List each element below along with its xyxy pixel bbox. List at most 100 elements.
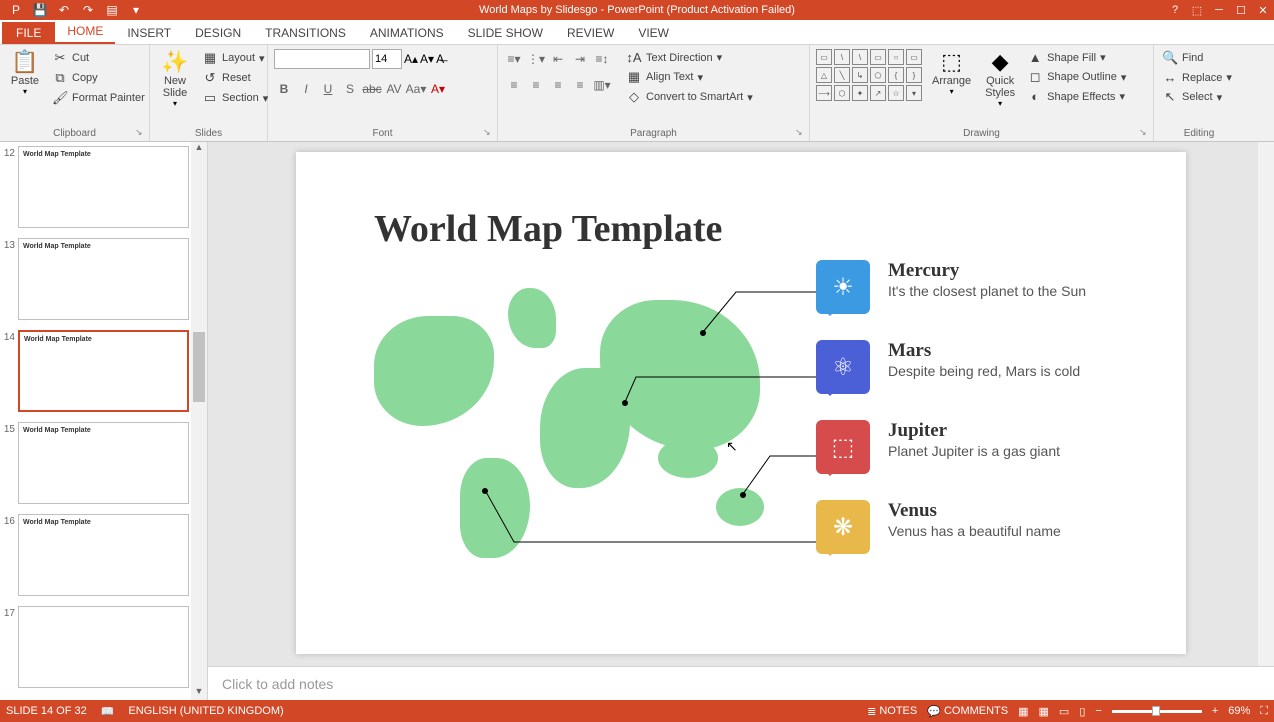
zoom-out-button[interactable]: − (1095, 705, 1101, 717)
paste-button[interactable]: 📋 Paste ▾ (6, 49, 44, 98)
editor-scrollbar[interactable] (1258, 142, 1274, 666)
slideshow-view-icon[interactable]: ▯ (1079, 705, 1085, 718)
slide-title[interactable]: World Map Template (374, 207, 722, 251)
increase-font-icon[interactable]: A▴ (404, 52, 418, 66)
fit-to-window-button[interactable]: ⛶ (1260, 705, 1268, 718)
shapes-gallery[interactable]: ▭\\▭○▭ △╲↳⬠{} ⟶⬡✦↗☆▾ (816, 49, 922, 101)
underline-button[interactable]: U (318, 79, 338, 99)
qat-customize-icon[interactable]: ▾ (126, 1, 146, 19)
cut-button[interactable]: ✂Cut (50, 49, 147, 67)
thumbnail-scrollbar[interactable]: ▲ ▼ (191, 142, 207, 700)
slide-thumbnail-14[interactable]: 14World Map Template (2, 330, 189, 412)
change-case-button[interactable]: Aa▾ (406, 79, 426, 99)
maximize-icon[interactable]: ☐ (1230, 1, 1252, 19)
justify-button[interactable]: ≡ (570, 75, 590, 95)
scroll-down-icon[interactable]: ▼ (191, 686, 207, 700)
decrease-font-icon[interactable]: A▾ (420, 52, 434, 66)
align-left-button[interactable]: ≡ (504, 75, 524, 95)
minimize-icon[interactable]: ─ (1208, 1, 1230, 19)
align-text-button[interactable]: ▦Align Text ▾ (624, 68, 755, 86)
drawing-dialog-launcher[interactable]: ↘ (1139, 127, 1151, 139)
slide-sorter-view-icon[interactable]: ▦ (1039, 705, 1049, 718)
shape-fill-button[interactable]: ▲Shape Fill ▾ (1025, 49, 1128, 66)
world-map-graphic[interactable] (364, 278, 764, 568)
tab-insert[interactable]: INSERT (115, 22, 183, 44)
text-direction-button[interactable]: ↕AText Direction ▾ (624, 49, 755, 66)
shape-effects-button[interactable]: ◐Shape Effects ▾ (1025, 88, 1128, 105)
tab-design[interactable]: DESIGN (183, 22, 253, 44)
spellcheck-icon[interactable]: 📖 (101, 705, 115, 718)
tab-home[interactable]: HOME (55, 20, 115, 44)
notes-pane[interactable]: Click to add notes (208, 666, 1274, 700)
zoom-level[interactable]: 69% (1228, 705, 1250, 717)
scrollbar-thumb[interactable] (193, 332, 205, 402)
zoom-slider[interactable] (1112, 710, 1202, 713)
select-button[interactable]: ↖Select ▾ (1160, 88, 1234, 106)
italic-button[interactable]: I (296, 79, 316, 99)
clear-formatting-icon[interactable]: A̶ (436, 52, 444, 66)
slide-thumbnail-13[interactable]: 13World Map Template (2, 238, 189, 320)
arrange-button[interactable]: ⬚Arrange▾ (928, 49, 975, 98)
redo-icon[interactable]: ↷ (78, 1, 98, 19)
callout-mars[interactable]: ⚛MarsDespite being red, Mars is cold (816, 340, 1086, 394)
replace-button[interactable]: ↔Replace ▾ (1160, 69, 1234, 86)
undo-icon[interactable]: ↶ (54, 1, 74, 19)
save-icon[interactable]: 💾 (30, 1, 50, 19)
slide-thumbnail-15[interactable]: 15World Map Template (2, 422, 189, 504)
tab-file[interactable]: FILE (2, 22, 55, 44)
numbering-button[interactable]: ⋮▾ (526, 49, 546, 69)
decrease-indent-button[interactable]: ⇤ (548, 49, 568, 69)
notes-button[interactable]: ≣ NOTES (867, 705, 917, 718)
font-color-button[interactable]: A▾ (428, 79, 448, 99)
slide-counter[interactable]: SLIDE 14 OF 32 (6, 705, 87, 717)
scroll-up-icon[interactable]: ▲ (191, 142, 207, 156)
slide-thumbnail-17[interactable]: 17 (2, 606, 189, 688)
powerpoint-icon[interactable]: P (6, 1, 26, 19)
shadow-button[interactable]: S (340, 79, 360, 99)
font-size-selector[interactable] (372, 49, 402, 69)
quick-styles-button[interactable]: ◆Quick Styles▾ (981, 49, 1019, 110)
section-button[interactable]: ▭Section ▾ (200, 89, 270, 107)
slide-canvas[interactable]: World Map Template (296, 152, 1186, 654)
font-family-selector[interactable] (274, 49, 370, 69)
tab-view[interactable]: VIEW (626, 22, 681, 44)
start-from-beginning-icon[interactable]: ▤ (102, 1, 122, 19)
ribbon-display-icon[interactable]: ⬚ (1186, 1, 1208, 19)
paragraph-dialog-launcher[interactable]: ↘ (795, 127, 807, 139)
reset-button[interactable]: ↺Reset (200, 69, 270, 87)
line-spacing-button[interactable]: ≡↕ (592, 49, 612, 69)
strikethrough-button[interactable]: abc (362, 79, 382, 99)
close-icon[interactable]: ✕ (1252, 1, 1274, 19)
reading-view-icon[interactable]: ▭ (1059, 705, 1069, 718)
slide-thumbnail-16[interactable]: 16World Map Template (2, 514, 189, 596)
language-indicator[interactable]: ENGLISH (UNITED KINGDOM) (128, 705, 283, 717)
align-right-button[interactable]: ≡ (548, 75, 568, 95)
slide-thumbnail-12[interactable]: 12World Map Template (2, 146, 189, 228)
format-painter-button[interactable]: 🖌Format Painter (50, 89, 147, 107)
layout-button[interactable]: ▦Layout ▾ (200, 49, 270, 67)
help-icon[interactable]: ? (1164, 1, 1186, 19)
character-spacing-button[interactable]: AV (384, 79, 404, 99)
shape-outline-button[interactable]: ◻Shape Outline ▾ (1025, 68, 1128, 86)
columns-button[interactable]: ▥▾ (592, 75, 612, 95)
tab-slideshow[interactable]: SLIDE SHOW (456, 22, 555, 44)
tab-review[interactable]: REVIEW (555, 22, 626, 44)
callout-mercury[interactable]: ☀MercuryIt's the closest planet to the S… (816, 260, 1086, 314)
callout-jupiter[interactable]: ⬚JupiterPlanet Jupiter is a gas giant (816, 420, 1086, 474)
clipboard-dialog-launcher[interactable]: ↘ (135, 127, 147, 139)
convert-smartart-button[interactable]: ◇Convert to SmartArt ▾ (624, 88, 755, 106)
comments-button[interactable]: 💬 COMMENTS (927, 705, 1008, 718)
align-center-button[interactable]: ≡ (526, 75, 546, 95)
normal-view-icon[interactable]: ▦ (1018, 705, 1028, 718)
find-button[interactable]: 🔍Find (1160, 49, 1234, 67)
increase-indent-button[interactable]: ⇥ (570, 49, 590, 69)
zoom-in-button[interactable]: + (1212, 705, 1218, 717)
bold-button[interactable]: B (274, 79, 294, 99)
new-slide-button[interactable]: ✨ New Slide ▾ (156, 49, 194, 110)
bullets-button[interactable]: ≡▾ (504, 49, 524, 69)
callout-venus[interactable]: ❋VenusVenus has a beautiful name (816, 500, 1086, 554)
tab-animations[interactable]: ANIMATIONS (358, 22, 456, 44)
tab-transitions[interactable]: TRANSITIONS (253, 22, 358, 44)
font-dialog-launcher[interactable]: ↘ (483, 127, 495, 139)
copy-button[interactable]: ⧉Copy (50, 69, 147, 87)
